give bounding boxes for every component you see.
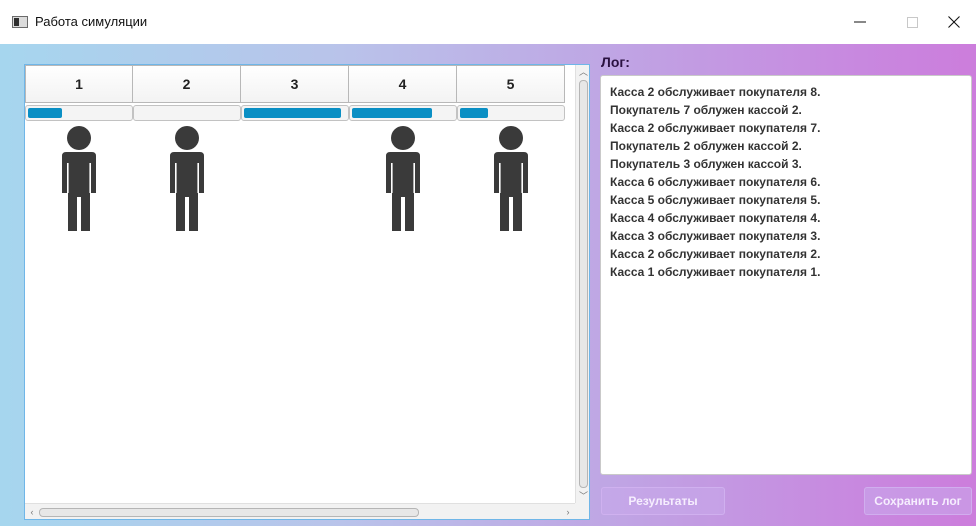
cashier-progress-bar bbox=[457, 105, 565, 121]
maximize-icon bbox=[906, 16, 918, 28]
cashier-header-5: 5 bbox=[457, 65, 565, 103]
scroll-left-arrow-icon[interactable]: ‹ bbox=[25, 504, 39, 519]
log-line: Покупатель 3 облужен кассой 3. bbox=[610, 157, 802, 171]
cashier-header-1: 1 bbox=[25, 65, 133, 103]
log-line: Касса 2 обслуживает покупателя 7. bbox=[610, 121, 821, 135]
scroll-up-arrow-icon[interactable]: ︿ bbox=[576, 65, 589, 79]
progress-fill bbox=[244, 108, 341, 118]
progress-fill bbox=[460, 108, 488, 118]
progress-fill bbox=[28, 108, 62, 118]
log-line: Покупатель 2 облужен кассой 2. bbox=[610, 139, 802, 153]
cashier-progress-bar bbox=[25, 105, 133, 121]
log-line: Касса 4 обслуживает покупателя 4. bbox=[610, 211, 821, 225]
scroll-right-arrow-icon[interactable]: › bbox=[561, 504, 575, 519]
vertical-scrollbar[interactable]: ︿ ﹀ bbox=[575, 65, 589, 503]
cashier-header-3: 3 bbox=[241, 65, 349, 103]
log-line: Касса 1 обслуживает покупателя 1. bbox=[610, 265, 821, 279]
save-log-button[interactable]: Сохранить лог bbox=[864, 487, 972, 515]
results-button[interactable]: Результаты bbox=[601, 487, 725, 515]
cashier-progress-row bbox=[25, 105, 565, 121]
window-content: 12345 ︿ ﹀ ‹ › Лог: Касса 2 обслуживает п… bbox=[0, 44, 976, 526]
maximize-button[interactable] bbox=[890, 0, 934, 44]
horizontal-scrollbar[interactable]: ‹ › bbox=[25, 503, 575, 519]
log-line: Касса 3 обслуживает покупателя 3. bbox=[610, 229, 821, 243]
horizontal-scroll-thumb[interactable] bbox=[39, 508, 419, 517]
log-line: Касса 2 обслуживает покупателя 8. bbox=[610, 85, 821, 99]
log-line: Касса 6 обслуживает покупателя 6. bbox=[610, 175, 821, 189]
log-label: Лог: bbox=[601, 54, 630, 70]
cashier-header-row: 12345 bbox=[25, 65, 565, 103]
cashier-header-2: 2 bbox=[133, 65, 241, 103]
app-icon bbox=[12, 16, 28, 28]
queue-column-1 bbox=[25, 125, 133, 235]
close-button[interactable] bbox=[932, 0, 976, 44]
queue-scroll-pane[interactable]: 12345 ︿ ﹀ ‹ › bbox=[24, 64, 590, 520]
scroll-down-arrow-icon[interactable]: ﹀ bbox=[576, 489, 589, 503]
cashier-header-4: 4 bbox=[349, 65, 457, 103]
cashier-progress-bar bbox=[241, 105, 349, 121]
queue-column-3 bbox=[241, 125, 349, 235]
title-bar: Работа симуляции bbox=[0, 0, 976, 44]
log-text-area[interactable]: Касса 2 обслуживает покупателя 8. Покупат… bbox=[600, 75, 972, 475]
cashier-progress-bar bbox=[349, 105, 457, 121]
log-line: Покупатель 7 облужен кассой 2. bbox=[610, 103, 802, 117]
minimize-button[interactable] bbox=[838, 0, 882, 44]
minimize-icon bbox=[854, 21, 866, 23]
scroll-corner bbox=[575, 503, 589, 519]
cashier-progress-bar bbox=[133, 105, 241, 121]
customer-queue-row bbox=[25, 125, 565, 235]
queue-column-4 bbox=[349, 125, 457, 235]
progress-fill bbox=[352, 108, 432, 118]
log-line: Касса 5 обслуживает покупателя 5. bbox=[610, 193, 821, 207]
queue-column-5 bbox=[457, 125, 565, 235]
window-title: Работа симуляции bbox=[35, 14, 148, 29]
vertical-scroll-thumb[interactable] bbox=[579, 80, 588, 488]
log-line: Касса 2 обслуживает покупателя 2. bbox=[610, 247, 821, 261]
close-icon bbox=[948, 16, 960, 28]
queue-column-2 bbox=[133, 125, 241, 235]
